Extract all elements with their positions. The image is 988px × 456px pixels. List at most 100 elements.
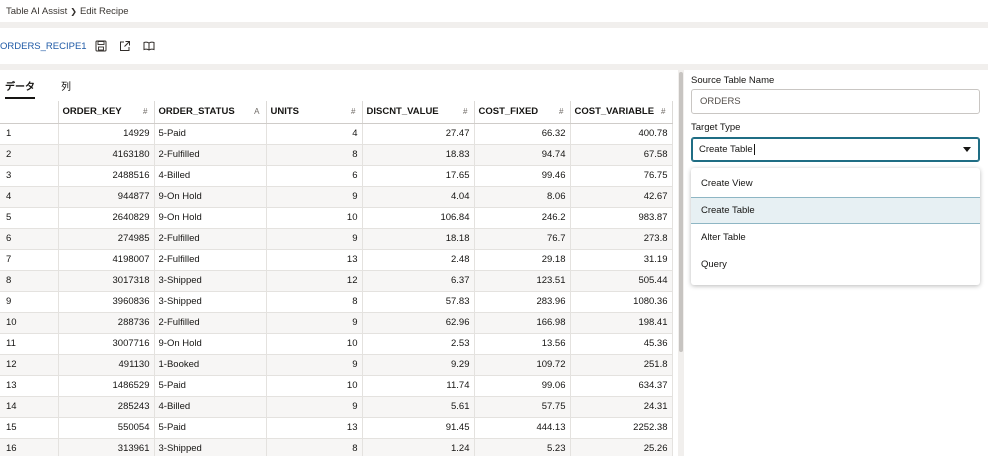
table-cell[interactable]: 66.32 [474, 123, 571, 145]
table-cell[interactable]: 6.37 [362, 270, 475, 292]
table-row[interactable]: 2 4163180 2-Fulfilled 8 18.83 94.74 67.58 [0, 144, 673, 166]
table-cell[interactable]: 9 [266, 228, 363, 250]
table-cell[interactable]: 42.67 [570, 186, 673, 208]
table-cell[interactable]: 251.8 [570, 354, 673, 376]
export-icon[interactable] [118, 39, 132, 53]
table-row[interactable]: 15 550054 5-Paid 13 91.45 444.13 2252.38 [0, 417, 673, 439]
table-cell[interactable]: 94.74 [474, 144, 571, 166]
table-cell[interactable]: 109.72 [474, 354, 571, 376]
table-cell[interactable]: 67.58 [570, 144, 673, 166]
table-cell[interactable]: 246.2 [474, 207, 571, 229]
table-row[interactable]: 6 274985 2-Fulfilled 9 18.18 76.7 273.8 [0, 228, 673, 250]
table-row[interactable]: 14 285243 4-Billed 9 5.61 57.75 24.31 [0, 396, 673, 418]
table-cell[interactable]: 273.8 [570, 228, 673, 250]
table-cell[interactable]: 166.98 [474, 312, 571, 334]
row-number-cell[interactable]: 3 [0, 165, 59, 187]
table-cell[interactable]: 10 [266, 207, 363, 229]
table-cell[interactable]: 5-Paid [154, 375, 267, 397]
table-cell[interactable]: 9 [266, 186, 363, 208]
table-cell[interactable]: 983.87 [570, 207, 673, 229]
row-number-cell[interactable]: 2 [0, 144, 59, 166]
table-cell[interactable]: 18.83 [362, 144, 475, 166]
table-cell[interactable]: 2-Fulfilled [154, 228, 267, 250]
table-cell[interactable]: 9-On Hold [154, 186, 267, 208]
table-cell[interactable]: 25.26 [570, 438, 673, 456]
table-cell[interactable]: 2252.38 [570, 417, 673, 439]
column-header-units[interactable]: UNITS # [266, 101, 363, 124]
table-cell[interactable]: 62.96 [362, 312, 475, 334]
table-cell[interactable]: 4-Billed [154, 165, 267, 187]
table-cell[interactable]: 505.44 [570, 270, 673, 292]
table-row[interactable]: 1 14929 5-Paid 4 27.47 66.32 400.78 [0, 123, 673, 145]
table-cell[interactable]: 45.36 [570, 333, 673, 355]
table-cell[interactable]: 1-Booked [154, 354, 267, 376]
table-cell[interactable]: 9-On Hold [154, 333, 267, 355]
table-row[interactable]: 12 491130 1-Booked 9 9.29 109.72 251.8 [0, 354, 673, 376]
row-number-cell[interactable]: 10 [0, 312, 59, 334]
option-query[interactable]: Query [691, 251, 980, 278]
table-cell[interactable]: 491130 [58, 354, 155, 376]
target-type-select[interactable]: Create Table [691, 137, 980, 162]
row-number-cell[interactable]: 15 [0, 417, 59, 439]
row-number-cell[interactable]: 7 [0, 249, 59, 271]
table-cell[interactable]: 91.45 [362, 417, 475, 439]
table-cell[interactable]: 1.24 [362, 438, 475, 456]
table-cell[interactable]: 8 [266, 144, 363, 166]
table-cell[interactable]: 400.78 [570, 123, 673, 145]
table-cell[interactable]: 2.53 [362, 333, 475, 355]
table-cell[interactable]: 18.18 [362, 228, 475, 250]
table-cell[interactable]: 2640829 [58, 207, 155, 229]
table-cell[interactable]: 1080.36 [570, 291, 673, 313]
row-number-cell[interactable]: 11 [0, 333, 59, 355]
table-cell[interactable]: 4 [266, 123, 363, 145]
row-number-cell[interactable]: 9 [0, 291, 59, 313]
table-cell[interactable]: 31.19 [570, 249, 673, 271]
option-create-table[interactable]: Create Table [691, 197, 980, 224]
table-cell[interactable]: 9 [266, 312, 363, 334]
table-cell[interactable]: 12 [266, 270, 363, 292]
table-cell[interactable]: 2-Fulfilled [154, 144, 267, 166]
column-header-discnt-value[interactable]: DISCNT_VALUE # [362, 101, 475, 124]
row-number-cell[interactable]: 13 [0, 375, 59, 397]
table-cell[interactable]: 8.06 [474, 186, 571, 208]
table-cell[interactable]: 106.84 [362, 207, 475, 229]
table-row[interactable]: 8 3017318 3-Shipped 12 6.37 123.51 505.44 [0, 270, 673, 292]
grid-scrollbar-thumb[interactable] [679, 72, 683, 352]
table-cell[interactable]: 4163180 [58, 144, 155, 166]
table-cell[interactable]: 5.61 [362, 396, 475, 418]
table-cell[interactable]: 3007716 [58, 333, 155, 355]
table-cell[interactable]: 29.18 [474, 249, 571, 271]
table-cell[interactable]: 6 [266, 165, 363, 187]
recipe-name-link[interactable]: ORDERS_RECIPE1 [0, 41, 87, 52]
table-cell[interactable]: 2-Fulfilled [154, 249, 267, 271]
table-cell[interactable]: 99.46 [474, 165, 571, 187]
table-cell[interactable]: 99.06 [474, 375, 571, 397]
table-cell[interactable]: 4-Billed [154, 396, 267, 418]
tab-columns[interactable]: 列 [56, 70, 76, 100]
table-cell[interactable]: 123.51 [474, 270, 571, 292]
row-number-cell[interactable]: 1 [0, 123, 59, 145]
table-row[interactable]: 7 4198007 2-Fulfilled 13 2.48 29.18 31.19 [0, 249, 673, 271]
table-cell[interactable]: 13 [266, 417, 363, 439]
table-cell[interactable]: 283.96 [474, 291, 571, 313]
table-cell[interactable]: 3960836 [58, 291, 155, 313]
table-cell[interactable]: 76.7 [474, 228, 571, 250]
table-cell[interactable]: 11.74 [362, 375, 475, 397]
table-row[interactable]: 13 1486529 5-Paid 10 11.74 99.06 634.37 [0, 375, 673, 397]
column-header-row-number[interactable] [0, 101, 59, 124]
table-cell[interactable]: 2.48 [362, 249, 475, 271]
table-cell[interactable]: 13.56 [474, 333, 571, 355]
table-cell[interactable]: 27.47 [362, 123, 475, 145]
table-cell[interactable]: 634.37 [570, 375, 673, 397]
table-cell[interactable]: 3-Shipped [154, 291, 267, 313]
table-row[interactable]: 16 313961 3-Shipped 8 1.24 5.23 25.26 [0, 438, 673, 456]
table-cell[interactable]: 9-On Hold [154, 207, 267, 229]
book-icon[interactable] [142, 39, 156, 53]
table-cell[interactable]: 14929 [58, 123, 155, 145]
column-header-order-key[interactable]: ORDER_KEY # [58, 101, 155, 124]
table-cell[interactable]: 9 [266, 396, 363, 418]
table-row[interactable]: 10 288736 2-Fulfilled 9 62.96 166.98 198.41 [0, 312, 673, 334]
table-cell[interactable]: 4.04 [362, 186, 475, 208]
row-number-cell[interactable]: 6 [0, 228, 59, 250]
source-table-field[interactable]: ORDERS [691, 89, 980, 114]
